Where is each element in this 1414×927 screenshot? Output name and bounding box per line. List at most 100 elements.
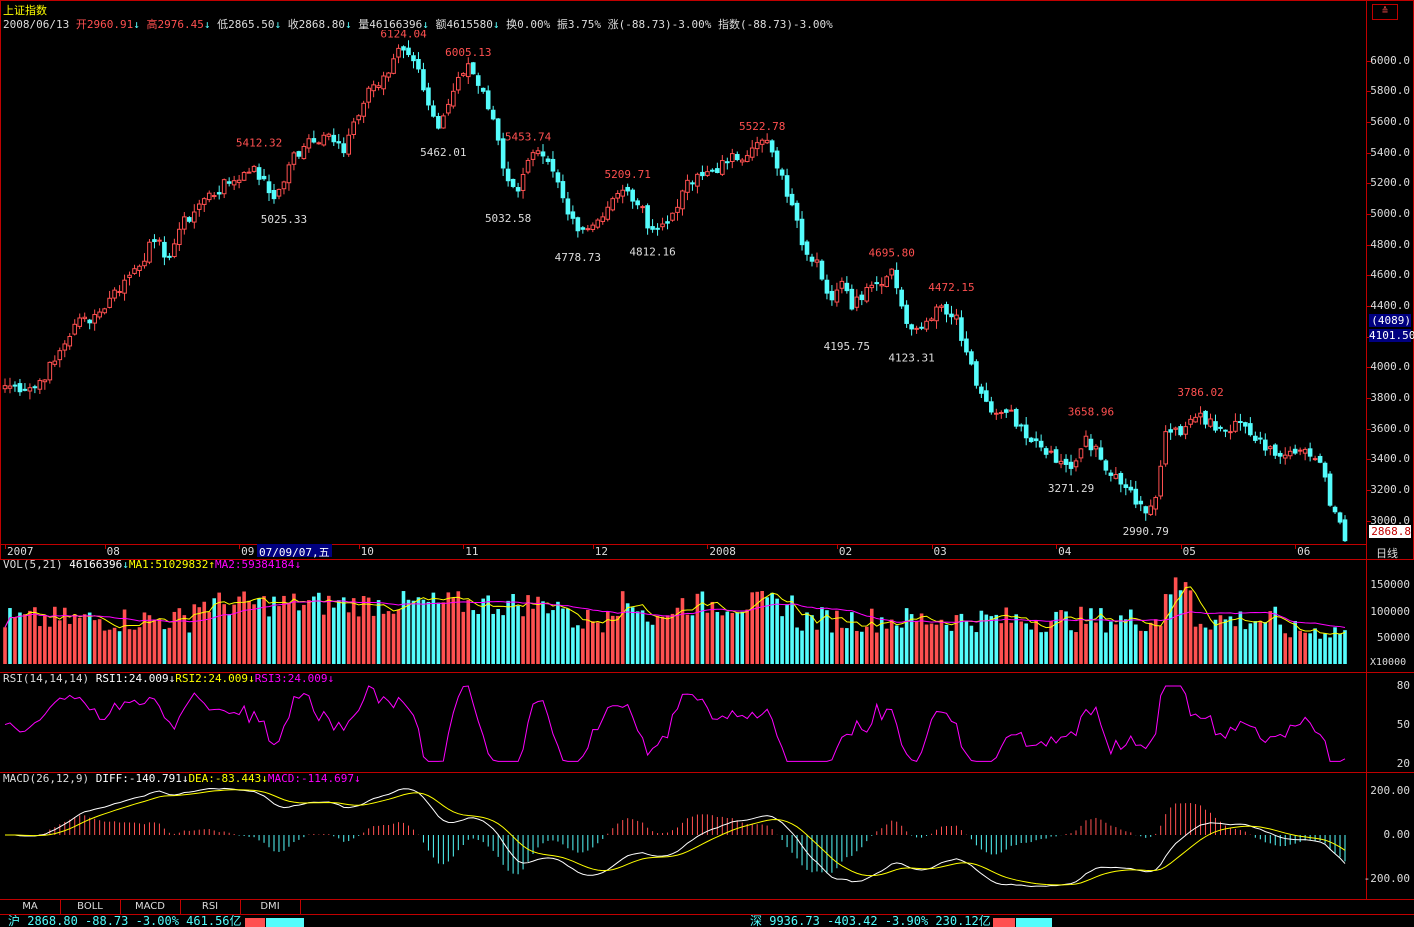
volume-bar	[670, 613, 675, 664]
candle	[246, 167, 252, 174]
volume-bar	[282, 595, 286, 664]
candle	[565, 191, 571, 221]
price-axis: 6000.0 5800.0 5600.0 5400.0 5200.0 5000.0 4800…	[1367, 0, 1414, 544]
candle	[889, 268, 894, 280]
volume-bar	[566, 608, 570, 664]
candle	[784, 168, 790, 203]
candle	[241, 171, 247, 182]
tab-boll[interactable]: BOLL	[60, 900, 121, 914]
volume-bar	[322, 614, 326, 664]
vol-unit-label: X10000	[1370, 657, 1407, 668]
volume-bar	[541, 601, 545, 664]
date-axis-label: 08	[106, 545, 120, 558]
volume-bar	[685, 614, 690, 664]
volume-bar	[825, 610, 829, 664]
candle	[635, 198, 640, 210]
date-axis-tick	[931, 545, 933, 549]
volume-bar	[1243, 629, 1248, 664]
volume-bar	[855, 630, 859, 664]
candle	[685, 174, 690, 201]
candle	[1253, 431, 1258, 444]
volume-bar	[511, 594, 515, 664]
volume-bar	[491, 613, 495, 664]
volume-bar	[157, 619, 162, 664]
tab-macd[interactable]: MACD	[120, 900, 181, 914]
tab-ma[interactable]: MA	[0, 900, 61, 914]
candle	[201, 197, 207, 212]
volume-bar	[860, 631, 864, 664]
volume-bar	[944, 624, 949, 664]
volume-bar	[635, 611, 640, 664]
date-axis-tick	[707, 545, 709, 549]
macd-dea-line	[4, 789, 1346, 886]
volume-bar	[38, 626, 42, 664]
candle	[475, 72, 481, 94]
volume-bar	[725, 611, 730, 664]
candle	[77, 313, 83, 330]
candle	[1003, 408, 1009, 418]
candle	[725, 157, 730, 170]
candle	[849, 284, 855, 311]
volume-bar	[929, 623, 934, 664]
volume-bar	[531, 608, 535, 664]
volume-bar	[820, 607, 824, 664]
volume-bar	[1104, 632, 1108, 664]
candle	[316, 141, 322, 145]
volume-bar	[760, 590, 764, 664]
candle	[351, 117, 356, 139]
volume-bar	[252, 604, 256, 664]
price-axis-label: 5800.0	[1370, 84, 1410, 98]
candle	[859, 291, 865, 306]
candle	[211, 192, 217, 200]
candle	[261, 168, 267, 181]
candle	[655, 223, 660, 236]
candle	[839, 277, 845, 294]
candle	[1098, 440, 1104, 461]
candle	[1008, 404, 1014, 412]
candle	[331, 128, 337, 147]
volume-bar	[1273, 606, 1278, 664]
candle	[1053, 446, 1059, 464]
candle	[998, 410, 1004, 419]
volume-bar	[710, 601, 715, 664]
price-axis-label: 6000.0	[1370, 53, 1410, 67]
volume-bar	[326, 595, 331, 664]
candle	[525, 157, 531, 175]
candle	[899, 286, 904, 309]
candle	[894, 262, 899, 295]
volume-bar	[272, 596, 276, 664]
volume-bar	[476, 613, 481, 664]
volume-axis: 150000 100000 50000	[1367, 558, 1414, 672]
rsi-axis: 80 50 20	[1367, 672, 1414, 772]
candle	[1028, 436, 1034, 444]
date-axis-label: 12	[594, 545, 609, 558]
volume-bar	[630, 607, 635, 664]
price-axis-label: 4800.0	[1370, 237, 1410, 251]
volume-bar	[421, 599, 426, 664]
volume-bar	[830, 632, 834, 664]
candle	[37, 378, 43, 395]
volume-bar	[346, 612, 351, 664]
price-axis-tick	[1367, 428, 1371, 430]
candle	[1123, 478, 1129, 496]
candle	[107, 290, 112, 309]
volume-bar	[222, 604, 226, 664]
candle	[1238, 413, 1243, 431]
volume-bar	[466, 599, 471, 664]
volume-chart	[3, 577, 1347, 664]
volume-bar	[1278, 624, 1283, 664]
tab-dmi[interactable]: DMI	[240, 900, 301, 914]
trough-label: 3271.29	[1048, 482, 1094, 495]
candle	[739, 157, 745, 166]
volume-bar	[1168, 594, 1173, 664]
volume-bar	[800, 630, 804, 664]
candle	[695, 172, 700, 194]
candle	[824, 274, 830, 300]
tab-rsi[interactable]: RSI	[180, 900, 241, 914]
price-axis-tick	[1367, 275, 1371, 277]
volume-bar	[1024, 623, 1028, 664]
candle	[794, 200, 800, 229]
volume-bar	[33, 607, 37, 664]
candle	[226, 177, 232, 187]
macd-dea-value: DEA:-83.443	[188, 772, 262, 785]
